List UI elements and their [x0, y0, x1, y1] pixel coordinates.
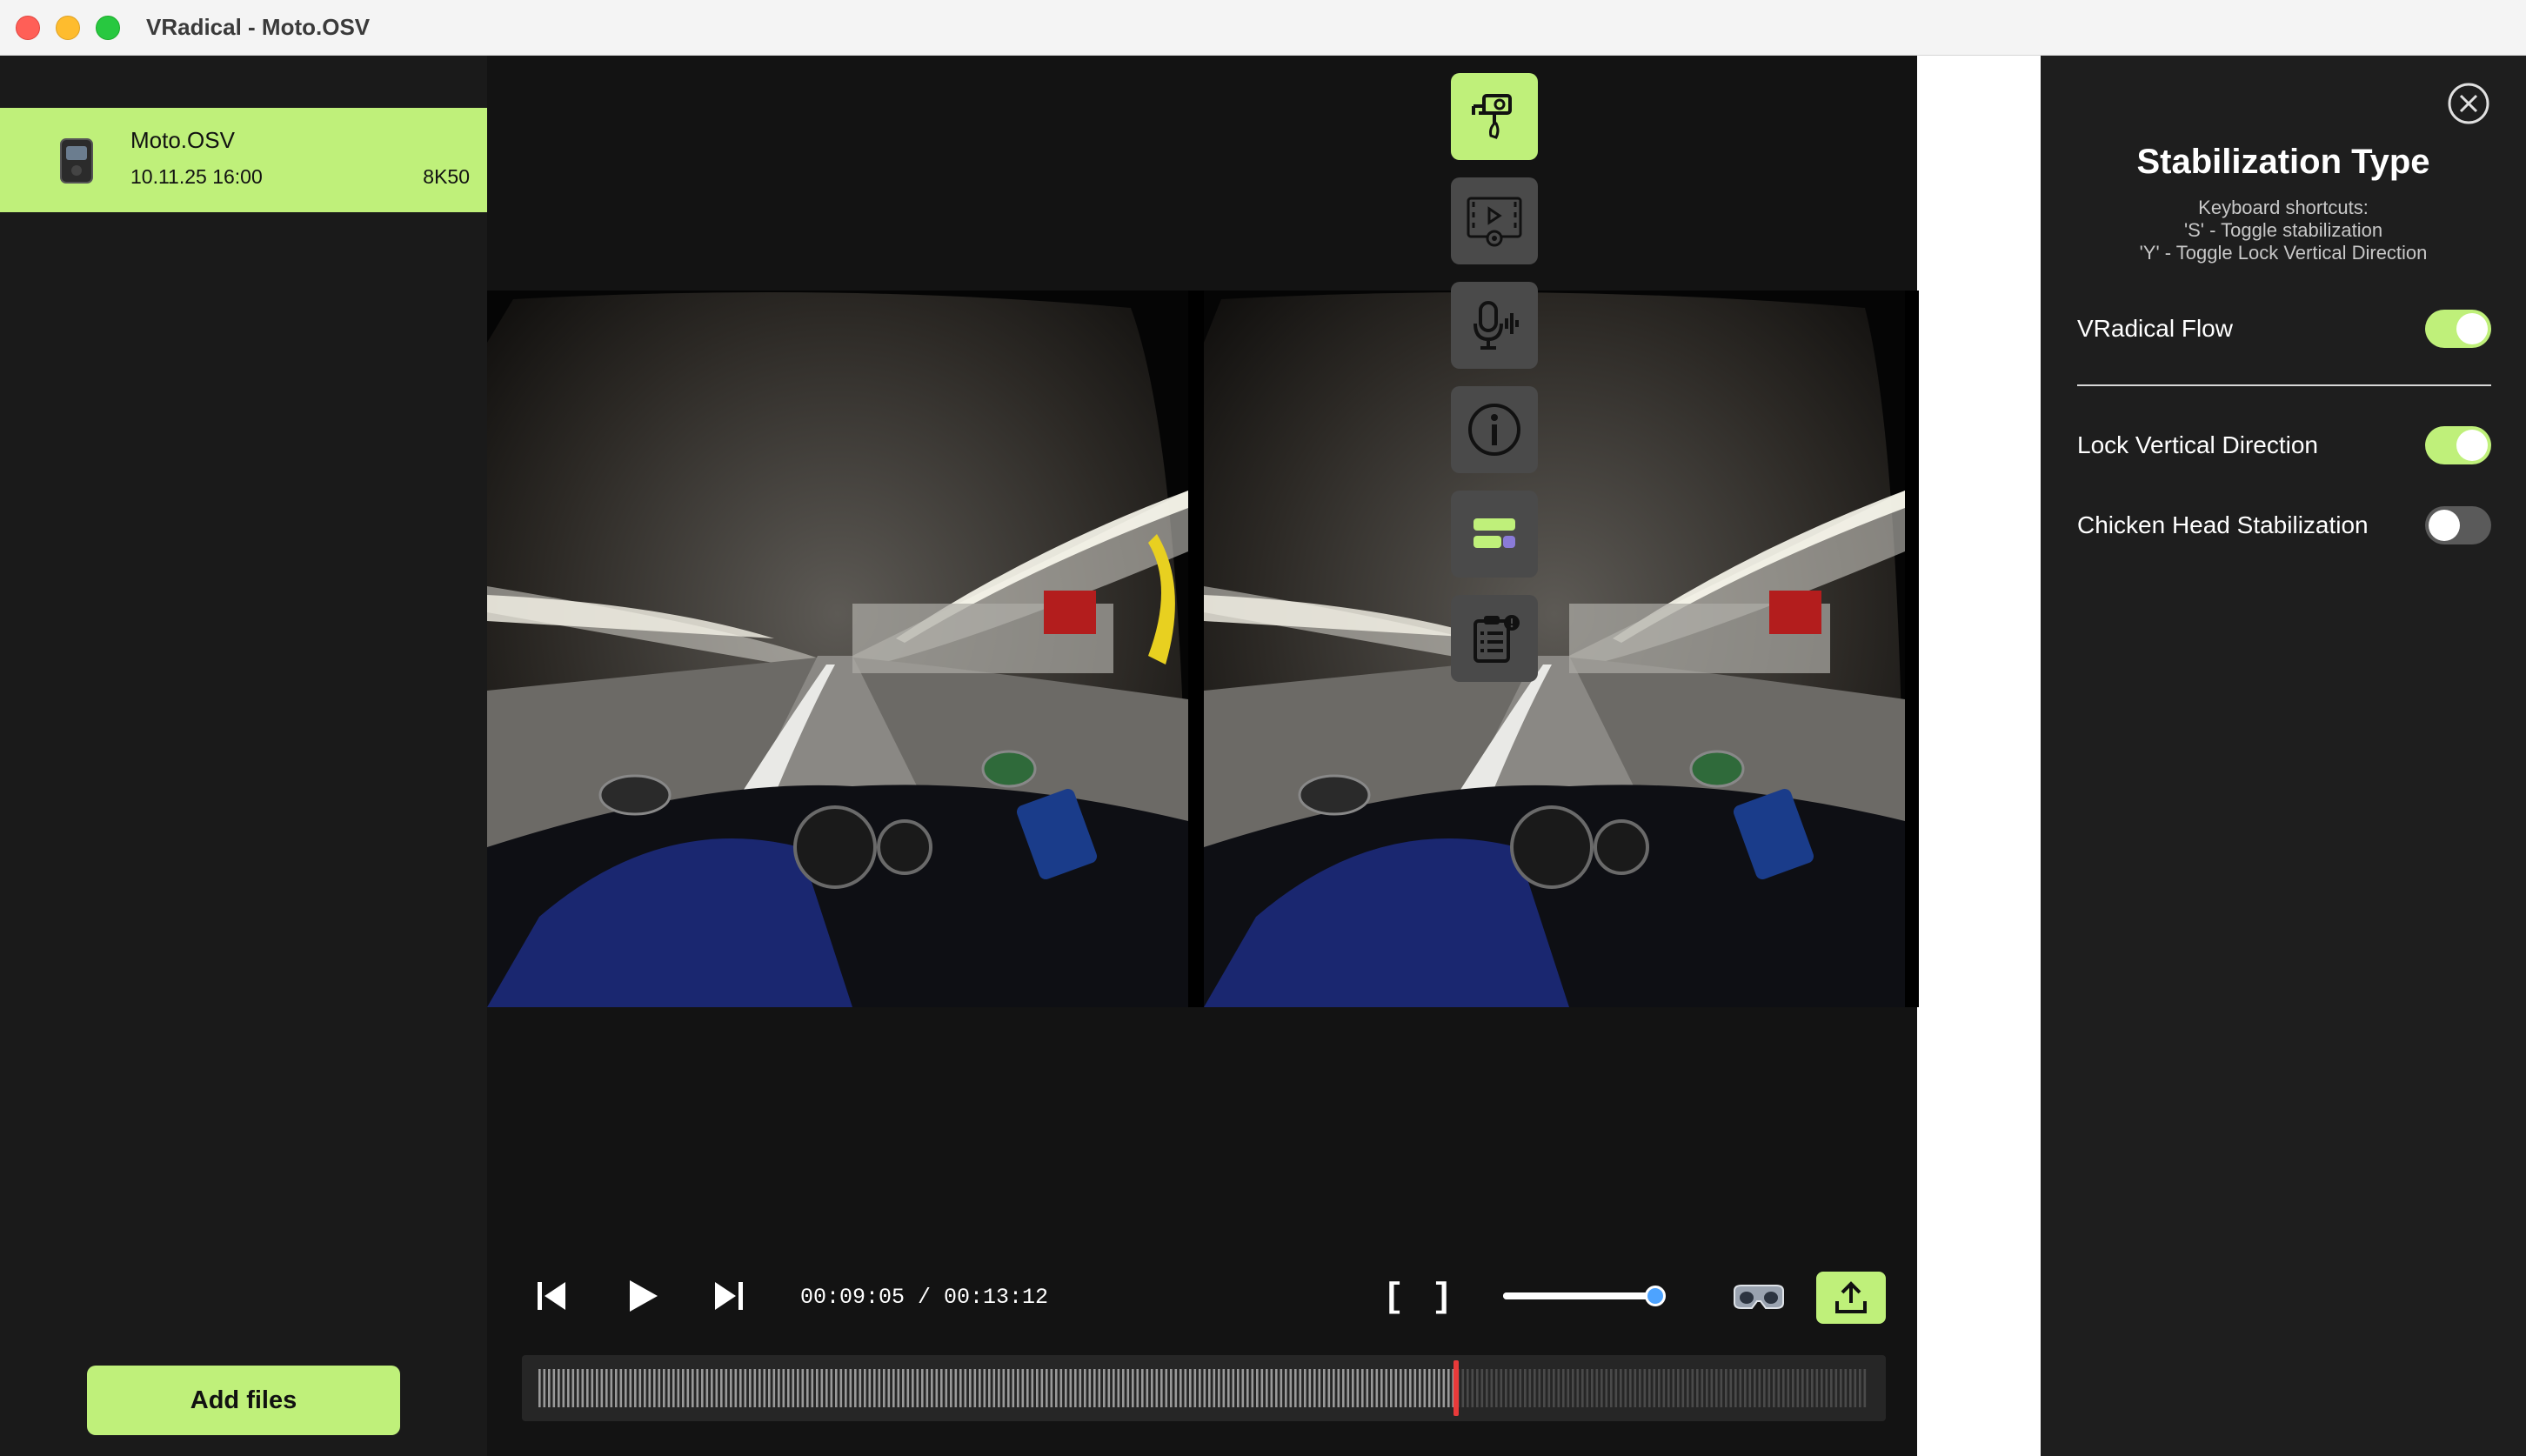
file-sidebar: Moto.OSV 10.11.25 16:00 8K50 Add files: [0, 56, 487, 1456]
chicken-head-stabilization-label: Chicken Head Stabilization: [2077, 511, 2369, 538]
panel-title: Stabilization Type: [2136, 143, 2430, 181]
window-close-button[interactable]: [16, 16, 40, 40]
upload-icon: [1835, 1281, 1867, 1313]
tool-stabilization-button[interactable]: [1451, 73, 1538, 160]
skip-to-start-icon[interactable]: [534, 1279, 569, 1313]
left-eye-frame: [487, 291, 1188, 1007]
microphone-icon: [1474, 301, 1519, 350]
timeline-playhead[interactable]: [1453, 1360, 1459, 1416]
lock-vertical-direction-label: Lock Vertical Direction: [2077, 431, 2319, 458]
title-bar: VRadical - Moto.OSV: [0, 0, 2526, 56]
file-name: Moto.OSV: [130, 127, 235, 153]
volume-fill: [1503, 1292, 1655, 1299]
vradical-flow-toggle[interactable]: [2425, 310, 2491, 348]
vradical-flow-label: VRadical Flow: [2077, 315, 2233, 342]
shortcut-s: 'S' - Toggle stabilization: [2183, 219, 2383, 241]
shortcut-y: 'Y' - Toggle Lock Vertical Direction: [2139, 242, 2428, 264]
tool-layout-button[interactable]: [1451, 491, 1538, 578]
file-list-item[interactable]: Moto.OSV 10.11.25 16:00 8K50: [0, 108, 487, 212]
volume-slider[interactable]: [1503, 1286, 1666, 1306]
tool-notes-button[interactable]: [1451, 595, 1538, 682]
camera-gimbal-icon: [1472, 94, 1512, 139]
layout-blocks-icon: [1474, 518, 1515, 548]
stereo-video-preview[interactable]: [487, 291, 1919, 1007]
toggle-knob: [2429, 510, 2460, 541]
file-date: 10.11.25 16:00: [130, 165, 263, 188]
tool-video-settings-button[interactable]: [1451, 177, 1538, 264]
film-gear-icon: [1467, 197, 1522, 247]
info-icon: [1468, 404, 1520, 456]
tool-audio-button[interactable]: [1451, 282, 1538, 369]
volume-thumb[interactable]: [1644, 1286, 1666, 1306]
add-files-button[interactable]: Add files: [87, 1366, 400, 1435]
play-icon[interactable]: [623, 1277, 661, 1315]
timeline-ticks: [538, 1369, 1867, 1407]
export-button[interactable]: [1816, 1272, 1886, 1324]
window-minimize-button[interactable]: [56, 16, 80, 40]
lock-vertical-direction-toggle[interactable]: [2425, 426, 2491, 464]
mark-in-button[interactable]: [: [1383, 1279, 1404, 1318]
toggle-knob: [2456, 430, 2488, 461]
vr-headset-icon[interactable]: [1731, 1280, 1787, 1315]
camera-file-icon: [60, 138, 93, 184]
chicken-head-stabilization-toggle[interactable]: [2425, 506, 2491, 544]
window-title: VRadical - Moto.OSV: [146, 14, 371, 40]
close-panel-icon[interactable]: [2447, 82, 2490, 125]
right-eye-frame: [1204, 291, 1905, 1007]
clipboard-list-icon: [1474, 615, 1520, 663]
tool-info-button[interactable]: [1451, 386, 1538, 473]
toggle-knob: [2456, 313, 2488, 344]
stabilization-panel: Stabilization Type Keyboard shortcuts: '…: [2041, 56, 2526, 1456]
window-maximize-button[interactable]: [96, 16, 120, 40]
timecode-display: 00:09:05 / 00:13:12: [800, 1285, 1049, 1310]
keyboard-shortcuts-help: Keyboard shortcuts: 'S' - Toggle stabili…: [2041, 197, 2526, 264]
preview-area: [487, 56, 1919, 1456]
timeline-scrubber[interactable]: [522, 1355, 1886, 1421]
panel-divider: [2077, 384, 2491, 386]
skip-to-end-icon[interactable]: [712, 1279, 746, 1313]
shortcuts-heading: Keyboard shortcuts:: [2198, 197, 2369, 218]
file-resolution: 8K50: [423, 165, 470, 188]
mark-out-button[interactable]: ]: [1432, 1279, 1453, 1318]
